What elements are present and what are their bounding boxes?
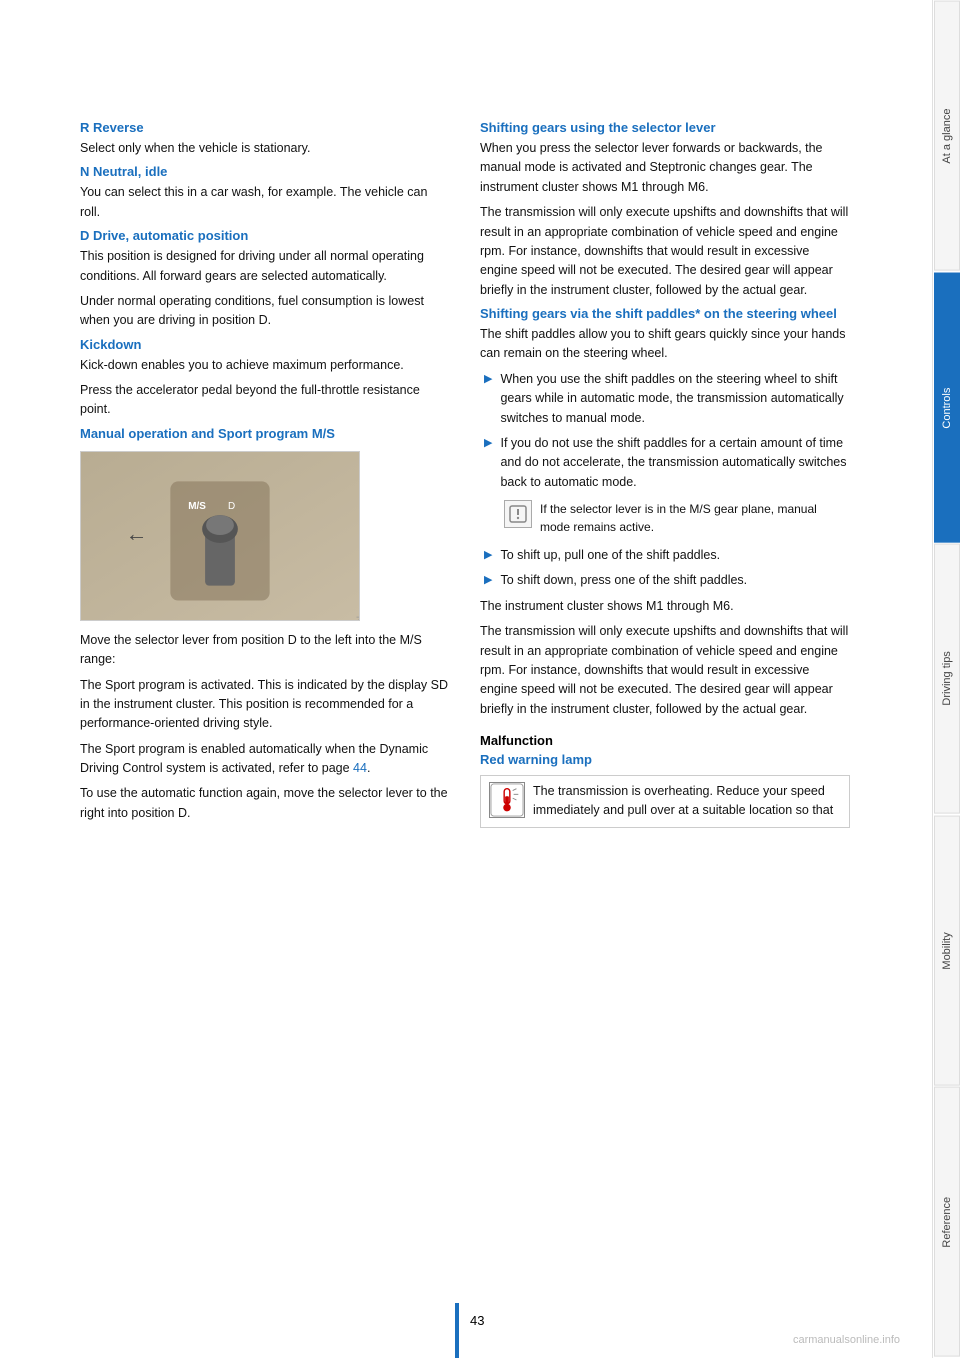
- bullet-arrow-2: ▶: [484, 436, 492, 492]
- red-warning-heading: Red warning lamp: [480, 752, 850, 767]
- right-column: Shifting gears using the selector lever …: [480, 120, 850, 1318]
- malfunction-heading: Malfunction: [480, 733, 850, 748]
- n-neutral-heading: N Neutral, idle: [80, 164, 450, 179]
- section-n-neutral: N Neutral, idle You can select this in a…: [80, 164, 450, 222]
- bullet-1: ▶ When you use the shift paddles on the …: [480, 370, 850, 428]
- shifting-selector-heading: Shifting gears using the selector lever: [480, 120, 850, 135]
- gear-selector-image: ← M/S D VBC-car.ru/N: [80, 451, 360, 621]
- warning-box: The transmission is overheating. Reduce …: [480, 775, 850, 828]
- bullet-arrow-shift-down: ▶: [484, 573, 492, 590]
- sidebar-tab-driving-tips[interactable]: Driving tips: [934, 544, 960, 814]
- left-column: R Reverse Select only when the vehicle i…: [80, 120, 450, 1318]
- manual-sport-text-4: To use the automatic function again, mov…: [80, 784, 450, 823]
- kickdown-heading: Kickdown: [80, 337, 450, 352]
- kickdown-text-2: Press the accelerator pedal beyond the f…: [80, 381, 450, 420]
- gear-diagram-svg: ← M/S D: [81, 451, 359, 621]
- watermark-logo: carmanualsonline.info: [793, 1334, 900, 1346]
- section-malfunction: Malfunction: [480, 733, 850, 748]
- bullet-arrow-shift-up: ▶: [484, 548, 492, 565]
- page-44-link[interactable]: 44: [353, 761, 367, 775]
- warning-text: The transmission is overheating. Reduce …: [533, 782, 841, 821]
- manual-sport-text-3: The Sport program is enabled automatical…: [80, 740, 450, 779]
- bullet-2: ▶ If you do not use the shift paddles fo…: [480, 434, 850, 492]
- main-content: R Reverse Select only when the vehicle i…: [0, 0, 932, 1358]
- section-manual-sport: Manual operation and Sport program M/S: [80, 426, 450, 823]
- note-icon: [504, 500, 532, 528]
- note-text: If the selector lever is in the M/S gear…: [540, 500, 850, 536]
- shifting-selector-text-1: When you press the selector lever forwar…: [480, 139, 850, 197]
- svg-text:←: ←: [126, 521, 148, 546]
- sidebar-tab-controls[interactable]: Controls: [934, 273, 960, 543]
- sidebar: At a glance Controls Driving tips Mobili…: [932, 0, 960, 1358]
- r-reverse-text: Select only when the vehicle is stationa…: [80, 139, 450, 158]
- shifting-selector-text-2: The transmission will only execute upshi…: [480, 203, 850, 300]
- manual-sport-text-2: The Sport program is activated. This is …: [80, 676, 450, 734]
- manual-sport-text-1: Move the selector lever from position D …: [80, 631, 450, 670]
- d-drive-heading: D Drive, automatic position: [80, 228, 450, 243]
- page-indicator-bar: [455, 1303, 459, 1358]
- bullet-text-1: When you use the shift paddles on the st…: [500, 370, 850, 428]
- r-reverse-heading: R Reverse: [80, 120, 450, 135]
- svg-text:M/S: M/S: [188, 501, 206, 512]
- sidebar-tab-mobility[interactable]: Mobility: [934, 816, 960, 1086]
- manual-sport-heading: Manual operation and Sport program M/S: [80, 426, 450, 441]
- section-r-reverse: R Reverse Select only when the vehicle i…: [80, 120, 450, 158]
- svg-text:D: D: [228, 501, 235, 512]
- cluster-shows: The instrument cluster shows M1 through …: [480, 597, 850, 616]
- n-neutral-text: You can select this in a car wash, for e…: [80, 183, 450, 222]
- shifting-paddles-intro: The shift paddles allow you to shift gea…: [480, 325, 850, 364]
- section-shifting-selector: Shifting gears using the selector lever …: [480, 120, 850, 300]
- sidebar-tab-at-a-glance[interactable]: At a glance: [934, 1, 960, 271]
- overheating-warning-icon: [490, 782, 524, 818]
- bullet-shift-down: ▶ To shift down, press one of the shift …: [480, 571, 850, 590]
- note-box: If the selector lever is in the M/S gear…: [504, 500, 850, 536]
- section-kickdown: Kickdown Kick-down enables you to achiev…: [80, 337, 450, 420]
- warning-icon: [489, 782, 525, 818]
- bullet-shift-up: ▶ To shift up, pull one of the shift pad…: [480, 546, 850, 565]
- image-watermark: VBC-car.ru/N: [355, 616, 360, 621]
- bullet-text-2: If you do not use the shift paddles for …: [500, 434, 850, 492]
- bullet-shift-up-text: To shift up, pull one of the shift paddl…: [500, 546, 720, 565]
- d-drive-text-2: Under normal operating conditions, fuel …: [80, 292, 450, 331]
- bullet-arrow-1: ▶: [484, 372, 492, 428]
- section-shifting-paddles: Shifting gears via the shift paddles* on…: [480, 306, 850, 719]
- bullet-shift-down-text: To shift down, press one of the shift pa…: [500, 571, 747, 590]
- section-red-warning: Red warning lamp: [480, 752, 850, 828]
- kickdown-text-1: Kick-down enables you to achieve maximum…: [80, 356, 450, 375]
- page-container: R Reverse Select only when the vehicle i…: [0, 0, 960, 1358]
- note-symbol-icon: [508, 504, 528, 524]
- d-drive-text-1: This position is designed for driving un…: [80, 247, 450, 286]
- image-inner: ← M/S D VBC-car.ru/N: [81, 452, 359, 620]
- sidebar-tab-reference[interactable]: Reference: [934, 1087, 960, 1357]
- page-number: 43: [470, 1313, 484, 1328]
- transmission-note: The transmission will only execute upshi…: [480, 622, 850, 719]
- section-d-drive: D Drive, automatic position This positio…: [80, 228, 450, 331]
- shifting-paddles-heading: Shifting gears via the shift paddles* on…: [480, 306, 850, 321]
